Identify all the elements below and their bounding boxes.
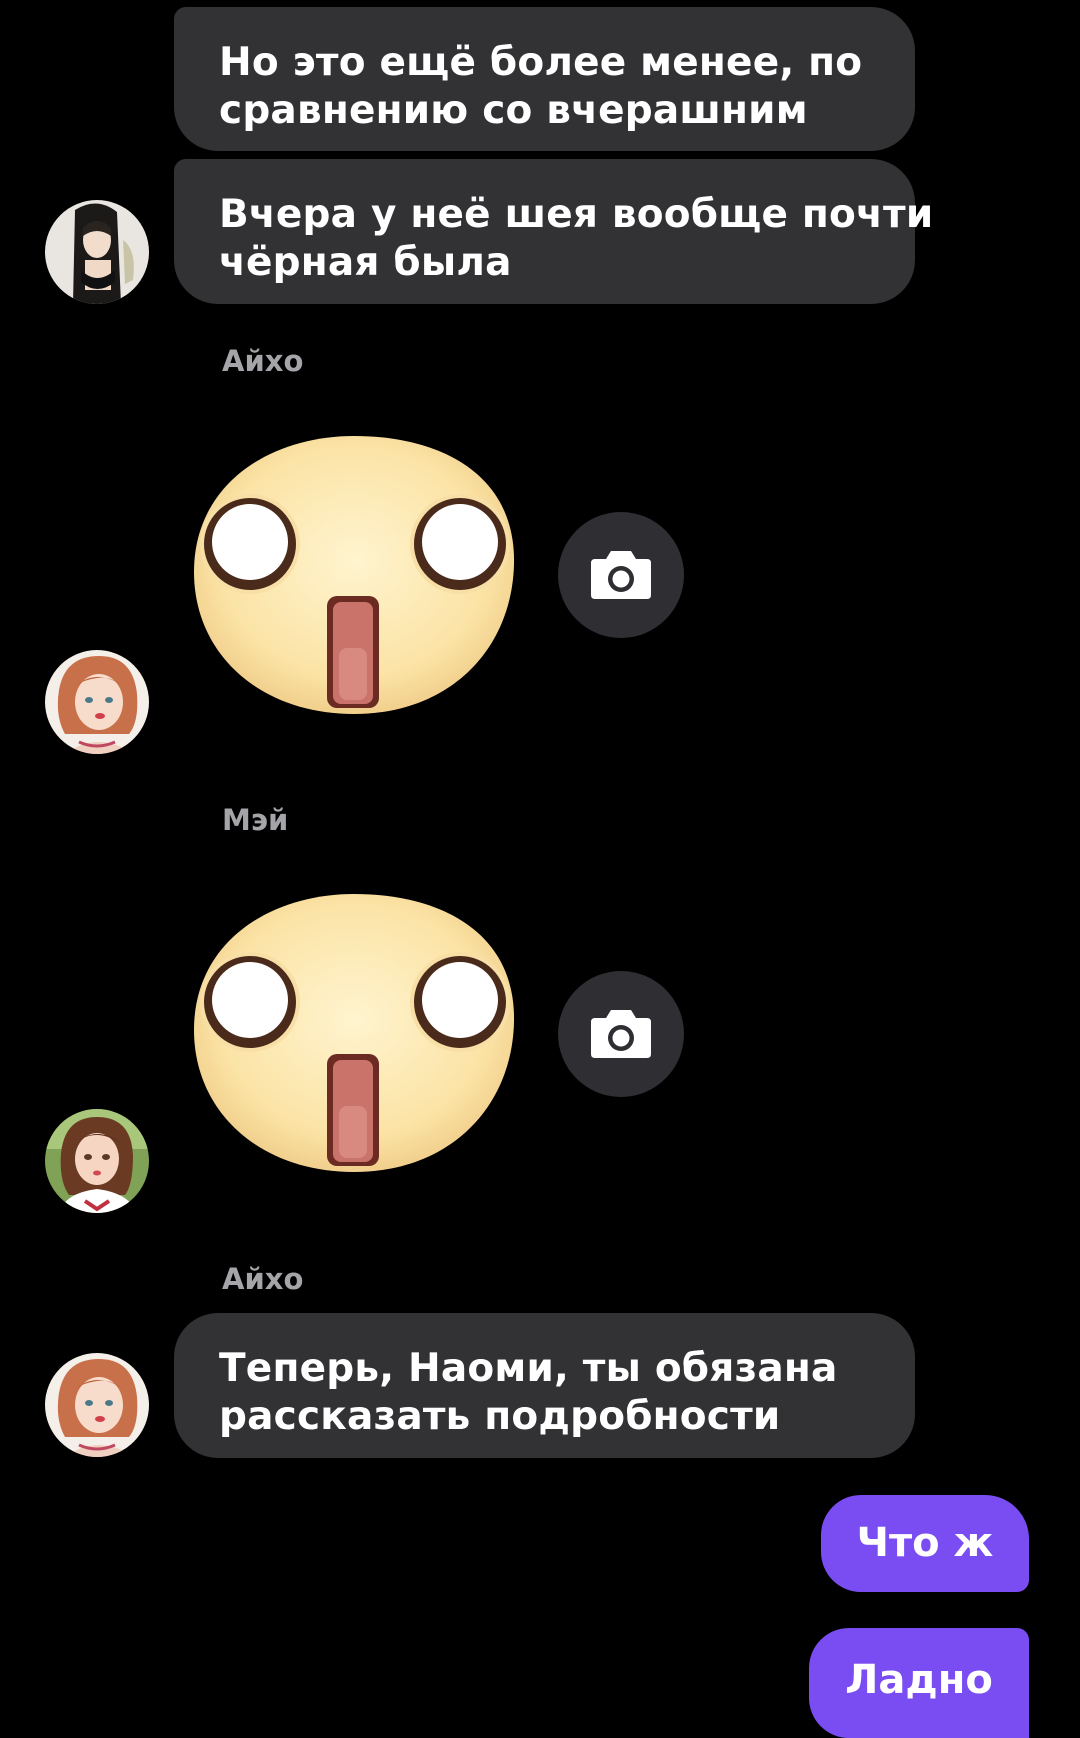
outgoing-message[interactable]: Что ж — [821, 1495, 1029, 1592]
shocked-face-sticker[interactable] — [190, 892, 518, 1174]
shocked-face-sticker[interactable] — [190, 434, 518, 716]
sender-name: Айхо — [222, 1262, 304, 1296]
avatar[interactable] — [45, 200, 149, 304]
message-bubble[interactable]: Вчера у неё шея вообще почти чёрная была — [174, 159, 934, 304]
camera-icon — [591, 1010, 651, 1058]
camera-icon — [591, 551, 651, 599]
camera-button[interactable] — [558, 971, 684, 1097]
message-text: сравнению со вчерашним — [219, 88, 808, 133]
message-bubble[interactable]: Теперь, Наоми, ты обязана рассказать под… — [174, 1313, 915, 1458]
message-text: Теперь, Наоми, ты обязана — [219, 1346, 838, 1391]
sender-name: Мэй — [222, 803, 289, 837]
message-bubble[interactable]: Но это ещё более менее, по сравнению со … — [174, 7, 915, 151]
sender-name: Айхо — [222, 344, 304, 378]
avatar[interactable] — [45, 1353, 149, 1457]
outgoing-message[interactable]: Ладно — [809, 1628, 1029, 1738]
message-text: Вчера у неё шея вообще почти — [219, 192, 934, 237]
avatar[interactable] — [45, 1109, 149, 1213]
camera-button[interactable] — [558, 512, 684, 638]
message-text: Что ж — [856, 1520, 994, 1566]
message-text: Но это ещё более менее, по — [219, 40, 863, 85]
message-text: рассказать подробности — [219, 1394, 781, 1439]
message-text: чёрная была — [219, 240, 512, 285]
avatar[interactable] — [45, 650, 149, 754]
message-text: Ладно — [845, 1657, 993, 1703]
